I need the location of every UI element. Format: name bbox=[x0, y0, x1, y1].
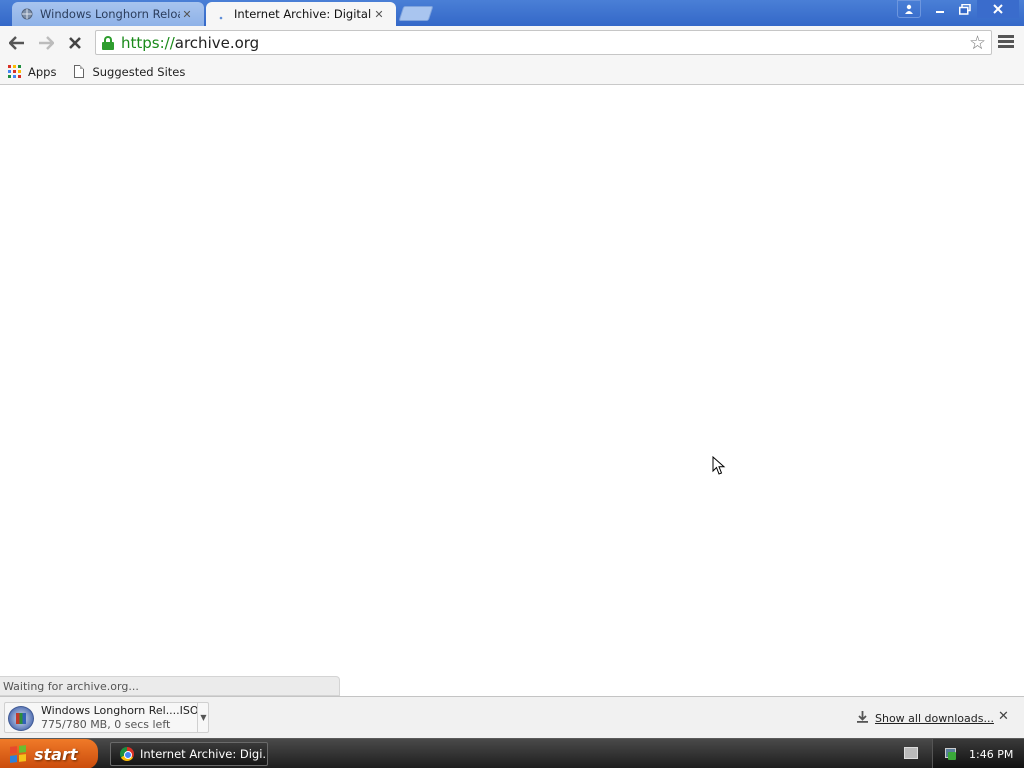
minimize-button[interactable] bbox=[927, 0, 952, 18]
taskbar-item-browser[interactable]: Internet Archive: Digi... bbox=[110, 742, 268, 766]
show-all-downloads-link[interactable]: Show all downloads... bbox=[856, 710, 994, 727]
back-button[interactable] bbox=[5, 31, 29, 55]
forward-arrow-icon bbox=[39, 36, 54, 50]
screen: Windows Longhorn Reloaded ✕ Internet Arc… bbox=[0, 0, 1024, 768]
download-item[interactable]: Windows Longhorn Rel....ISO 775/780 MB, … bbox=[4, 702, 209, 733]
restore-button[interactable] bbox=[952, 0, 977, 18]
url-host: archive.org bbox=[174, 33, 260, 52]
url-scheme: https:// bbox=[121, 33, 175, 52]
windows-flag-icon bbox=[10, 745, 26, 763]
loading-spinner-icon bbox=[214, 7, 228, 21]
apps-grid-icon bbox=[8, 65, 21, 78]
profile-icon[interactable] bbox=[897, 0, 921, 18]
download-status: 775/780 MB, 0 secs left bbox=[41, 718, 171, 731]
download-filename: Windows Longhorn Rel....ISO bbox=[41, 704, 199, 717]
bookmark-label: Apps bbox=[28, 64, 57, 79]
system-tray: 1:46 PM bbox=[932, 739, 1024, 768]
new-tab-button[interactable] bbox=[398, 6, 434, 21]
taskbar: start Internet Archive: Digi... 1:46 PM bbox=[0, 738, 1024, 768]
bookmark-apps[interactable]: Apps bbox=[8, 65, 56, 79]
show-all-downloads-label: Show all downloads... bbox=[875, 712, 994, 725]
stop-icon bbox=[69, 37, 81, 49]
disc-image-icon bbox=[8, 706, 34, 731]
browser-toolbar: https://archive.org ☆ bbox=[0, 26, 1024, 59]
browser-title-bar: Windows Longhorn Reloaded ✕ Internet Arc… bbox=[0, 0, 1024, 26]
page-icon bbox=[74, 65, 85, 78]
tab-windows-longhorn[interactable]: Windows Longhorn Reloaded ✕ bbox=[12, 2, 204, 26]
keyboard-icon[interactable] bbox=[904, 747, 918, 759]
lock-icon bbox=[102, 35, 114, 50]
tab-close-icon[interactable]: ✕ bbox=[372, 8, 386, 21]
bookmark-label: Suggested Sites bbox=[92, 64, 186, 79]
page-content[interactable] bbox=[0, 85, 1024, 696]
start-button[interactable]: start bbox=[0, 739, 98, 768]
bookmark-suggested-sites[interactable]: Suggested Sites bbox=[74, 65, 185, 79]
bookmarks-bar: Apps Suggested Sites bbox=[0, 59, 1024, 85]
mouse-cursor-icon bbox=[712, 456, 726, 475]
clock[interactable]: 1:46 PM bbox=[969, 748, 1013, 761]
tab-internet-archive[interactable]: Internet Archive: Digital Library ✕ bbox=[206, 2, 396, 26]
tab-title: Windows Longhorn Reloaded bbox=[40, 7, 180, 21]
chrome-icon bbox=[120, 747, 134, 761]
download-shelf: Windows Longhorn Rel....ISO 775/780 MB, … bbox=[0, 696, 1024, 738]
taskbar-item-label: Internet Archive: Digi... bbox=[140, 747, 267, 761]
close-window-button[interactable] bbox=[977, 0, 1019, 18]
menu-icon[interactable] bbox=[998, 35, 1014, 49]
tab-close-icon[interactable]: ✕ bbox=[180, 8, 194, 21]
stop-loading-button[interactable] bbox=[63, 31, 87, 55]
network-icon[interactable] bbox=[943, 747, 957, 761]
download-options-chevron-icon[interactable]: ▼ bbox=[197, 703, 209, 732]
status-bubble: Waiting for archive.org... bbox=[0, 676, 340, 696]
bookmark-star-icon[interactable]: ☆ bbox=[969, 32, 986, 54]
start-label: start bbox=[34, 744, 78, 764]
close-shelf-icon[interactable]: ✕ bbox=[998, 709, 1009, 724]
back-arrow-icon bbox=[9, 36, 24, 50]
tab-title: Internet Archive: Digital Library bbox=[234, 7, 372, 21]
forward-button[interactable] bbox=[34, 31, 58, 55]
download-arrow-icon bbox=[856, 710, 870, 727]
globe-icon bbox=[20, 7, 34, 21]
address-bar[interactable]: https://archive.org ☆ bbox=[95, 30, 992, 55]
